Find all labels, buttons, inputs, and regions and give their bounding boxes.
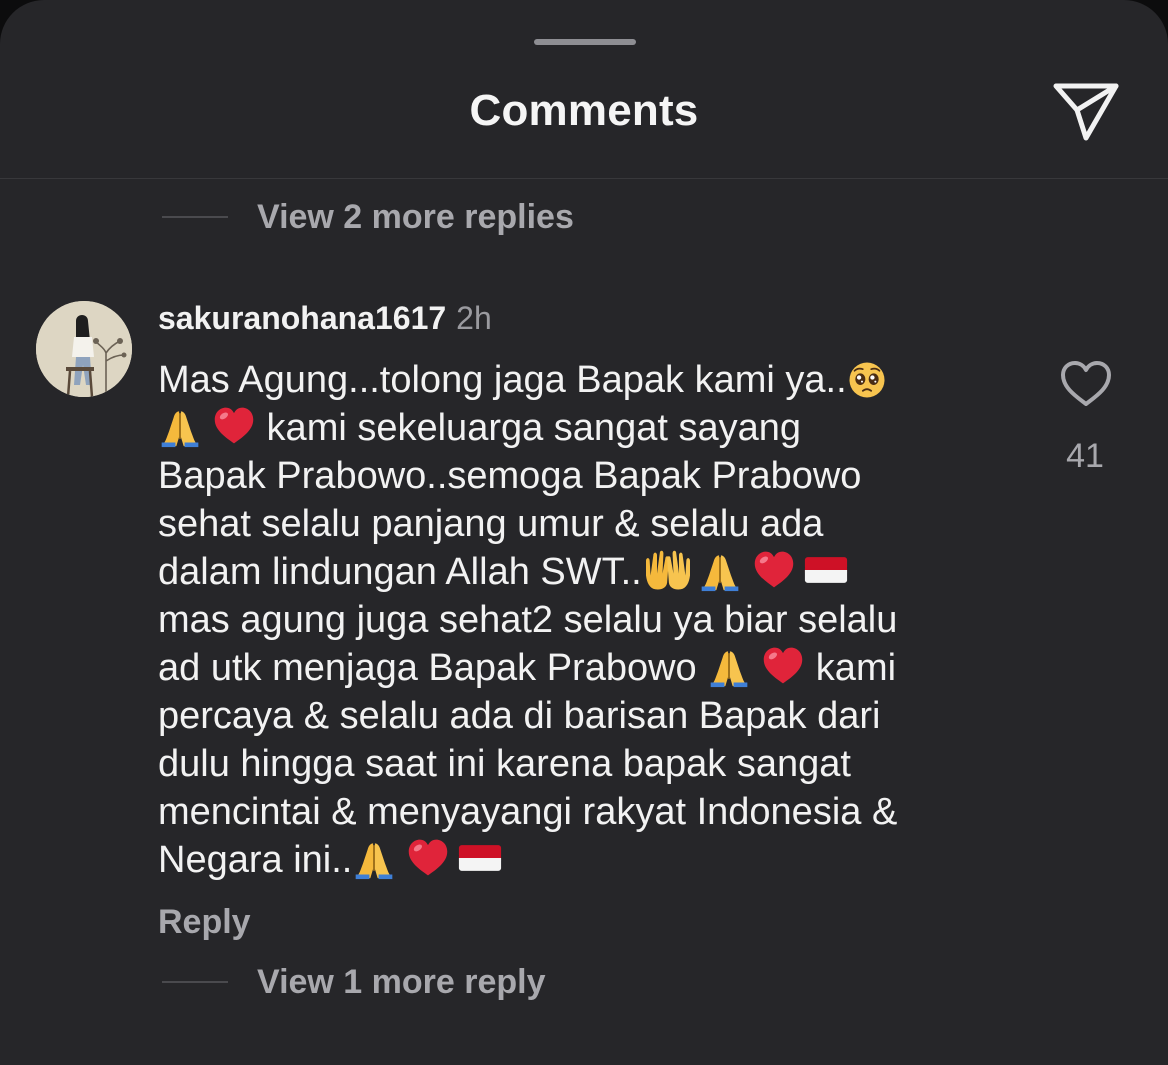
view-more-replies-label: View 1 more reply (257, 962, 546, 1001)
like-count: 41 (1066, 437, 1104, 475)
thread-line (162, 216, 228, 218)
red-heart-emoji (761, 644, 805, 688)
comment-username[interactable]: sakuranohana1617 (158, 300, 446, 336)
thread-line (162, 981, 228, 983)
folded-hands-emoji (707, 644, 751, 688)
comment-line: ad utk menjaga Bapak Prabowo kami (158, 644, 1028, 692)
view-more-replies-label: View 2 more replies (257, 197, 574, 236)
comment-line: kami sekeluarga sangat sayang (158, 404, 1028, 452)
header-divider (0, 178, 1168, 179)
comment-text: Mas Agung...tolong jaga Bapak kami ya.. … (158, 356, 1028, 884)
comment-line: dalam lindungan Allah SWT.. (158, 548, 1028, 596)
folded-hands-emoji (352, 836, 396, 880)
red-heart-emoji (212, 404, 256, 448)
folded-hands-emoji (158, 404, 202, 448)
comment-line: mencintai & menyayangi rakyat Indonesia … (158, 791, 898, 833)
palms-up-emoji (642, 548, 694, 592)
view-more-replies-top[interactable]: View 2 more replies (162, 197, 574, 237)
comment-line: sehat selalu panjang umur & selalu ada (158, 503, 824, 545)
avatar[interactable] (36, 301, 132, 397)
indonesia-flag-emoji (456, 836, 504, 880)
sheet-grabber-handle[interactable] (534, 39, 636, 45)
view-more-replies-bottom[interactable]: View 1 more reply (162, 962, 546, 1002)
comment-line: dulu hingga saat ini karena bapak sangat (158, 743, 851, 785)
avatar-illustration (36, 301, 132, 397)
sheet-title: Comments (469, 86, 699, 135)
comment-line: percaya & selalu ada di barisan Bapak da… (158, 695, 881, 737)
comment-timestamp: 2h (456, 300, 492, 336)
paper-plane-icon[interactable] (1050, 78, 1122, 144)
reply-button[interactable]: Reply (158, 903, 251, 942)
comment-header: sakuranohana1617 2h (158, 300, 492, 337)
folded-hands-emoji (698, 548, 742, 592)
pleading-face-emoji (847, 360, 887, 400)
comments-sheet: Comments View 2 more replies sakuranohan… (0, 0, 1168, 1065)
comment-line: Bapak Prabowo..semoga Bapak Prabowo (158, 455, 862, 497)
red-heart-emoji (752, 548, 796, 592)
comment-line: mas agung juga sehat2 selalu ya biar sel… (158, 599, 898, 641)
red-heart-emoji (406, 836, 450, 880)
comment-line: Negara ini.. (158, 836, 1028, 884)
comment-line: Mas Agung...tolong jaga Bapak kami ya.. (158, 356, 1028, 404)
heart-outline-icon[interactable] (1058, 358, 1114, 410)
indonesia-flag-emoji (802, 548, 850, 592)
